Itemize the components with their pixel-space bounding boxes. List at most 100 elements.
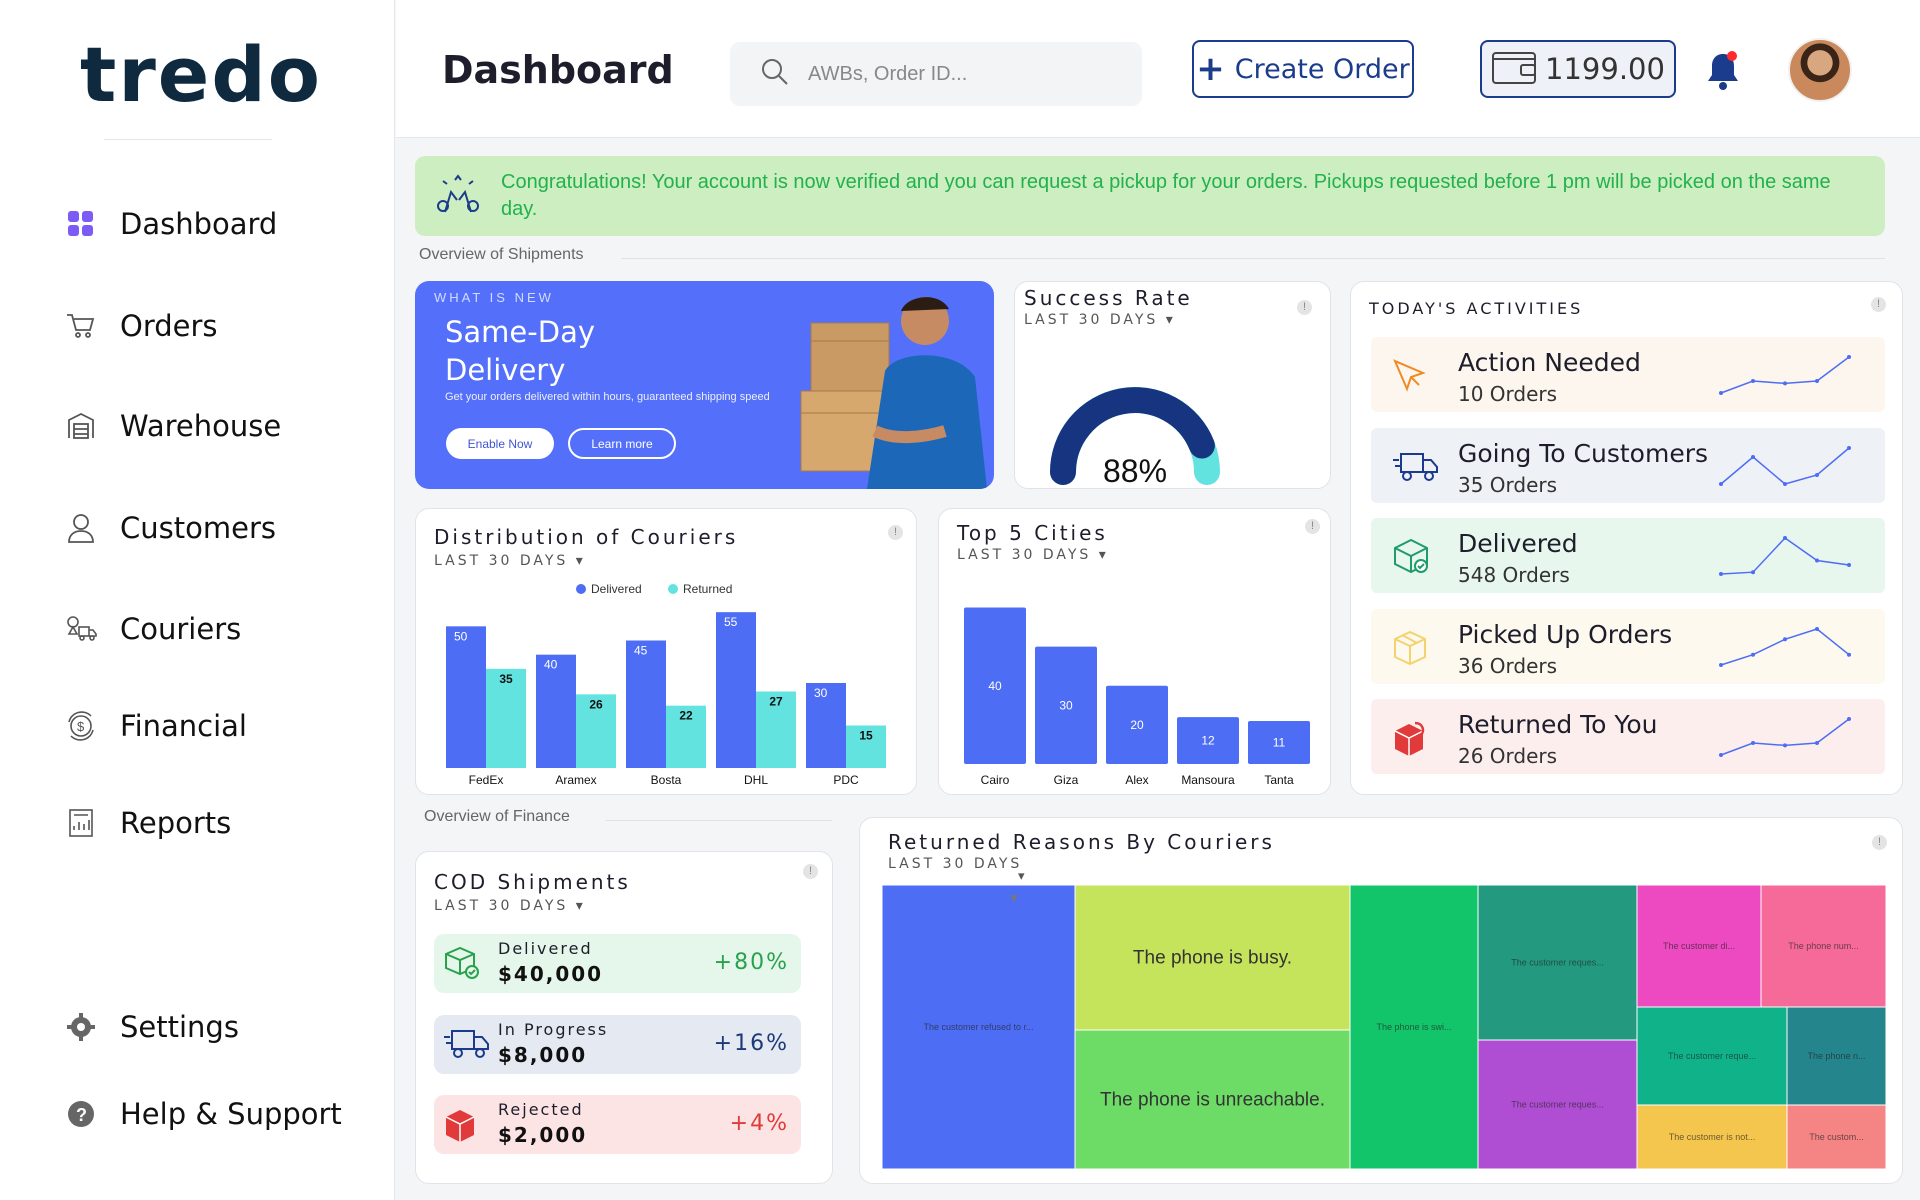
sidebar-item-label: Reports: [120, 806, 232, 840]
activity-row[interactable]: Delivered 548 Orders: [1371, 518, 1885, 593]
sidebar-item-orders[interactable]: Orders: [64, 309, 218, 343]
section-divider: [621, 258, 1885, 259]
create-order-label: Create Order: [1234, 53, 1410, 85]
sidebar-item-financial[interactable]: $ Financial: [64, 709, 247, 743]
svg-text:?: ?: [76, 1105, 87, 1125]
bar[interactable]: [716, 612, 756, 768]
activity-count: 36 Orders: [1458, 653, 1558, 678]
cod-row[interactable]: Delivered $40,000 +80%: [434, 934, 801, 993]
sidebar-item-customers[interactable]: Customers: [64, 511, 276, 545]
bar-value-label: 11: [1273, 735, 1286, 749]
sparkline-point: [1847, 563, 1851, 567]
category-label: Tanta: [1264, 773, 1294, 787]
enable-now-button[interactable]: Enable Now: [446, 428, 554, 459]
learn-more-button[interactable]: Learn more: [568, 428, 676, 459]
period-dropdown[interactable]: LAST 30 DAYS ▾: [1024, 312, 1176, 328]
sidebar-item-label: Orders: [120, 309, 218, 343]
section-label-shipments: Overview of Shipments: [419, 246, 584, 263]
success-gauge: 88%: [1050, 387, 1220, 489]
activity-row[interactable]: Picked Up Orders 36 Orders: [1371, 608, 1885, 684]
activity-row[interactable]: Going To Customers 35 Orders: [1371, 427, 1885, 503]
promo-title: Same-Day Delivery: [445, 315, 595, 387]
gauge-value: 88%: [1103, 453, 1167, 489]
bar[interactable]: [626, 640, 666, 769]
sparkline-path: [1720, 356, 1850, 394]
treemap-label: The customer di...: [1663, 941, 1735, 951]
period-label: LAST 30 DAYS: [888, 856, 1023, 872]
info-icon[interactable]: !: [1871, 297, 1886, 312]
wallet-balance-button[interactable]: 1199.00: [1480, 40, 1676, 98]
activity-sparkline: [1719, 626, 1851, 667]
sidebar-item-warehouse[interactable]: Warehouse: [64, 409, 281, 443]
chevron-down-icon[interactable]: ▾: [1018, 868, 1025, 884]
page-title: Dashboard: [442, 48, 674, 92]
bar-value-label: 27: [769, 695, 783, 709]
bar-value-label: 26: [589, 697, 603, 711]
legend-label: Delivered: [591, 582, 642, 596]
treemap-label: The customer is not...: [1669, 1132, 1756, 1142]
report-icon: [64, 806, 98, 840]
activity-sparkline: [1719, 536, 1851, 576]
cod-label: In Progress: [498, 1019, 609, 1039]
send-icon: [1391, 357, 1427, 398]
activity-row[interactable]: Returned To You 26 Orders: [1371, 699, 1885, 774]
treemap-label: The customer reque...: [1668, 1051, 1756, 1061]
cod-row[interactable]: Rejected $2,000 +4%: [434, 1095, 801, 1154]
sidebar-item-dashboard[interactable]: Dashboard: [64, 207, 277, 241]
promo-tag: WHAT IS NEW: [434, 290, 554, 305]
sparkline-path: [1720, 537, 1850, 575]
celebration-icon: [433, 174, 483, 223]
return-box-icon: [442, 1107, 480, 1148]
activity-row[interactable]: Action Needed 10 Orders: [1371, 337, 1885, 412]
sparkline-point: [1815, 379, 1819, 383]
search-box[interactable]: [730, 42, 1142, 106]
bar-value-label: 45: [634, 644, 648, 658]
user-icon: [64, 511, 98, 545]
logo-divider: [104, 139, 272, 140]
legend-label: Returned: [683, 582, 732, 596]
info-icon[interactable]: !: [1297, 300, 1312, 315]
create-order-button[interactable]: + Create Order: [1192, 40, 1414, 98]
search-input[interactable]: [808, 62, 1108, 86]
bar[interactable]: [446, 626, 486, 768]
category-label: Alex: [1125, 773, 1148, 787]
section-divider: [606, 820, 832, 821]
banner-text: Congratulations! Your account is now ver…: [501, 171, 1831, 220]
sidebar-item-couriers[interactable]: Couriers: [64, 612, 241, 646]
brand-logo[interactable]: tredo: [80, 30, 322, 119]
activity-count: 35 Orders: [1458, 472, 1558, 497]
card-title: Returned Reasons By Couriers: [888, 830, 1275, 854]
sparkline-point: [1719, 662, 1723, 667]
activity-count: 10 Orders: [1458, 382, 1558, 406]
treemap-label: The phone is swi...: [1376, 1022, 1451, 1032]
cod-label: Rejected: [498, 1100, 584, 1119]
sparkline-point: [1783, 743, 1787, 748]
treemap-label: The custom...: [1809, 1132, 1864, 1142]
sparkline-point: [1815, 558, 1819, 563]
sidebar-item-reports[interactable]: Reports: [64, 806, 231, 840]
period-dropdown[interactable]: LAST 30 DAYS ▾: [434, 898, 586, 914]
activity-count: 548 Orders: [1458, 563, 1570, 587]
notification-bell-icon[interactable]: [1704, 50, 1742, 97]
treemap-label: The customer reques...: [1511, 958, 1604, 968]
wallet-balance: 1199.00: [1545, 52, 1665, 86]
sparkline-point: [1847, 717, 1851, 721]
courier-bar-chart: Delivered Returned 50 35 FedEx 40 26 Aramex 45 22…: [446, 582, 886, 787]
period-label: LAST 30 DAYS: [434, 898, 569, 914]
sidebar-item-help[interactable]: ? Help & Support: [64, 1097, 342, 1131]
chevron-down-icon: ▾: [1165, 312, 1176, 328]
sidebar-item-settings[interactable]: Settings: [64, 1010, 239, 1044]
delivery-icon: [64, 612, 98, 646]
legend-swatch: [576, 584, 586, 594]
user-avatar[interactable]: [1788, 38, 1852, 102]
info-icon[interactable]: !: [803, 864, 818, 879]
sparkline-point: [1719, 753, 1723, 757]
bar-value-label: 50: [454, 629, 468, 643]
sidebar-item-label: Help & Support: [120, 1097, 342, 1131]
bar-value-label: 15: [859, 729, 873, 743]
sparkline-point: [1719, 481, 1723, 486]
info-icon[interactable]: !: [1872, 835, 1887, 850]
sparkline-point: [1783, 381, 1787, 386]
bar-value-label: 55: [724, 615, 738, 629]
cod-row[interactable]: In Progress $8,000 +16%: [434, 1014, 801, 1074]
